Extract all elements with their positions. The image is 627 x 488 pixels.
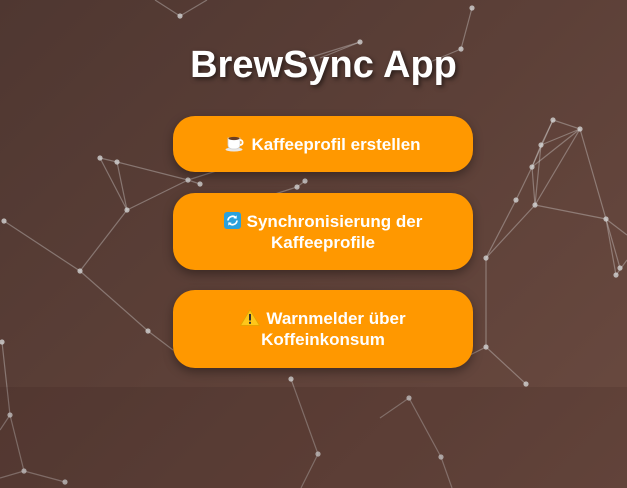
button-label: Warnmelder über Koffeinkonsum	[261, 309, 406, 349]
button-content: Synchronisierung der Kaffeeprofile	[189, 211, 457, 253]
button-label: Kaffeeprofil erstellen	[251, 134, 421, 154]
create-coffee-profile-button[interactable]: Kaffeeprofil erstellen	[173, 116, 473, 172]
button-content: Kaffeeprofil erstellen	[225, 134, 421, 155]
sync-coffee-profiles-button[interactable]: Synchronisierung der Kaffeeprofile	[173, 193, 473, 270]
app-container: BrewSync App Kaffeeprofil erstellen Sync…	[0, 0, 627, 488]
caffeine-warning-button[interactable]: Warnmelder über Koffeinkonsum	[173, 290, 473, 368]
button-content: Warnmelder über Koffeinkonsum	[189, 308, 457, 350]
button-label: Synchronisierung der Kaffeeprofile	[246, 211, 423, 252]
app-title: BrewSync App	[190, 44, 457, 86]
coffee-cup-icon	[225, 134, 245, 152]
sync-arrows-icon	[223, 211, 241, 229]
warning-icon	[240, 309, 261, 326]
